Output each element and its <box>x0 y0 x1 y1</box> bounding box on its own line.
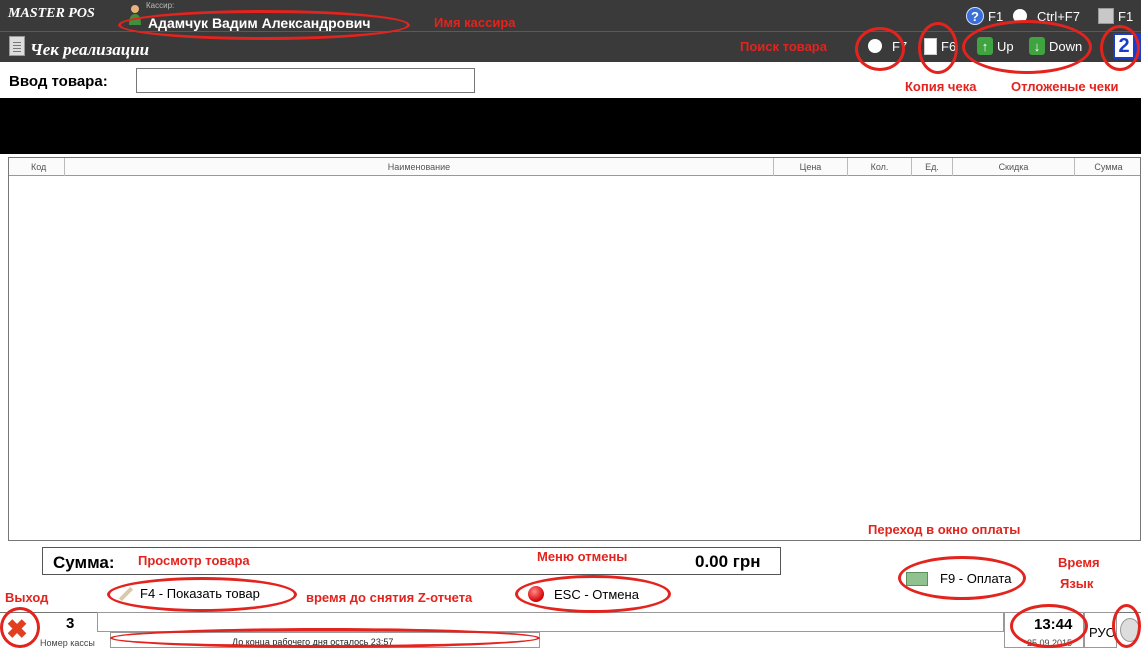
receipt-table-header: Код Наименование Цена Кол. Ед. Скидка Су… <box>9 158 1140 176</box>
register-number: 3 <box>66 615 75 632</box>
item-input[interactable] <box>136 68 475 93</box>
receipt-table: Код Наименование Цена Кол. Ед. Скидка Су… <box>8 157 1141 541</box>
col-unit[interactable]: Ед. <box>912 158 953 176</box>
annotation-oval-deferred <box>962 20 1092 74</box>
item-display-panel <box>0 98 1141 154</box>
annotation-oval-search <box>855 27 905 71</box>
annotation-oval-cancel <box>515 575 671 613</box>
col-sum[interactable]: Сумма <box>1075 158 1141 176</box>
register-caption: Номер кассы <box>40 638 95 648</box>
help-icon: ? <box>966 7 984 25</box>
col-code[interactable]: Код <box>9 158 65 176</box>
col-discount[interactable]: Скидка <box>953 158 1075 176</box>
annotation-to-payment: Переход в окно оплаты <box>868 522 1021 537</box>
annotation-language: Язык <box>1060 576 1094 591</box>
annotation-oval-language <box>1112 604 1141 648</box>
annotation-search: Поиск товара <box>740 39 827 54</box>
annotation-time: Время <box>1058 555 1100 570</box>
annotation-oval-copy <box>918 22 958 74</box>
col-name[interactable]: Наименование <box>65 158 774 176</box>
annotation-oval-pages <box>1100 25 1140 71</box>
annotation-copy: Копия чека <box>905 79 977 94</box>
annotation-view-item: Просмотр товара <box>138 553 250 568</box>
annotation-cancel-menu: Меню отмены <box>537 549 628 564</box>
document-title: Чек реализации <box>30 40 150 59</box>
calculator-button[interactable]: F1 <box>1098 5 1133 27</box>
annotation-oval-time <box>1010 604 1088 648</box>
calculator-key-label: F1 <box>1118 8 1134 24</box>
sum-value: 0.00 грн <box>695 552 761 571</box>
annotation-z-report: время до снятия Z-отчета <box>306 590 473 605</box>
annotation-cashier-name: Имя кассира <box>434 15 516 30</box>
calculator-icon <box>1098 8 1114 24</box>
annotation-exit: Выход <box>5 590 49 605</box>
annotation-deferred: Отложеные чеки <box>1011 79 1119 94</box>
item-input-label: Ввод товара: <box>9 73 108 90</box>
cashier-caption: Кассир: <box>146 1 175 10</box>
annotation-oval-pay <box>898 556 1026 600</box>
annotation-oval-show-item <box>107 577 297 612</box>
annotation-oval-exit <box>0 607 40 648</box>
app-brand: MASTER POS <box>8 6 95 21</box>
col-qty[interactable]: Кол. <box>848 158 912 176</box>
annotation-oval-z-report <box>110 628 540 648</box>
document-icon <box>9 36 25 56</box>
col-price[interactable]: Цена <box>774 158 848 176</box>
annotation-oval-cashier <box>118 10 410 40</box>
sum-label: Сумма: <box>53 553 115 572</box>
